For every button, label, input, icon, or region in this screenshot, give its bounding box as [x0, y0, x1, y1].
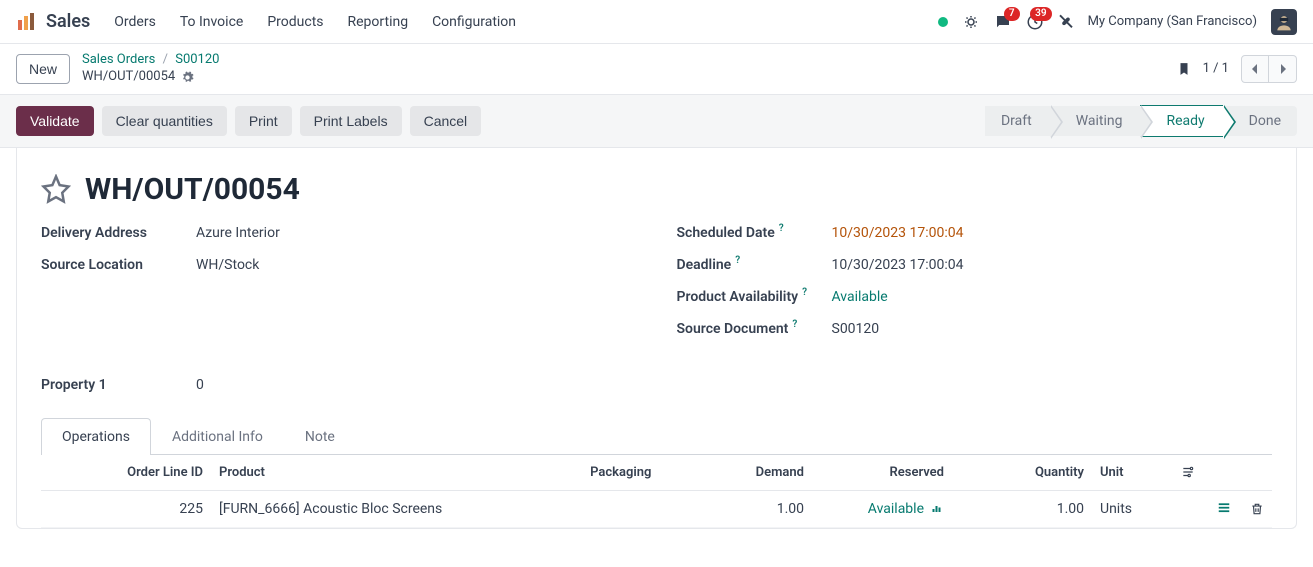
col-order-line-id[interactable]: Order Line ID — [81, 455, 211, 491]
breadcrumb-sep: / — [163, 52, 168, 67]
top-nav: Sales Orders To Invoice Products Reporti… — [0, 0, 1313, 44]
breadcrumb-row: New Sales Orders / S00120 WH/OUT/00054 1… — [0, 44, 1313, 94]
nav-configuration[interactable]: Configuration — [432, 14, 516, 30]
user-avatar[interactable] — [1271, 9, 1297, 35]
value-property1[interactable]: 0 — [196, 377, 216, 393]
cell-packaging[interactable] — [582, 490, 702, 527]
breadcrumb-root[interactable]: Sales Orders — [82, 52, 155, 67]
breadcrumb-parent[interactable]: S00120 — [175, 52, 219, 67]
table-row[interactable]: 225 [FURN_6666] Acoustic Bloc Screens 1.… — [41, 490, 1272, 527]
status-bar: Draft Waiting Ready Done — [985, 105, 1297, 137]
print-button[interactable]: Print — [235, 106, 292, 136]
notebook-tabs: Operations Additional Info Note — [41, 417, 1272, 455]
status-waiting[interactable]: Waiting — [1050, 106, 1141, 136]
nav-items: Orders To Invoice Products Reporting Con… — [114, 14, 937, 30]
columns-options-icon[interactable] — [1180, 465, 1264, 479]
help-icon[interactable]: ? — [802, 287, 807, 298]
col-product[interactable]: Product — [211, 455, 582, 491]
tools-icon[interactable] — [1058, 14, 1074, 30]
cell-reserved: Available — [812, 490, 952, 527]
new-button[interactable]: New — [16, 54, 70, 84]
cell-order-line: 225 — [81, 490, 211, 527]
help-icon[interactable]: ? — [735, 255, 740, 266]
app-logo-icon — [16, 12, 36, 32]
value-deadline[interactable]: 10/30/2023 17:00:04 — [832, 257, 964, 273]
label-source-document: Source Document? — [677, 321, 832, 337]
label-property1: Property 1 — [41, 377, 196, 393]
cell-quantity[interactable]: 1.00 — [952, 490, 1092, 527]
cell-demand[interactable]: 1.00 — [702, 490, 812, 527]
col-reserved[interactable]: Reserved — [812, 455, 952, 491]
app-title[interactable]: Sales — [46, 11, 90, 32]
label-product-availability: Product Availability? — [677, 289, 832, 305]
breadcrumb: Sales Orders / S00120 WH/OUT/00054 — [82, 52, 219, 86]
nav-to-invoice[interactable]: To Invoice — [180, 14, 244, 30]
help-icon[interactable]: ? — [779, 223, 784, 234]
tab-additional-info[interactable]: Additional Info — [151, 418, 284, 455]
nav-reporting[interactable]: Reporting — [348, 14, 409, 30]
nav-products[interactable]: Products — [267, 14, 323, 30]
pager-area: 1 / 1 — [1177, 55, 1297, 83]
systray: 7 39 My Company (San Francisco) — [938, 9, 1297, 35]
debug-icon[interactable] — [962, 13, 980, 31]
value-scheduled-date[interactable]: 10/30/2023 17:00:04 — [832, 225, 964, 241]
star-icon[interactable] — [41, 174, 71, 204]
presence-dot-icon — [938, 17, 948, 27]
tab-operations[interactable]: Operations — [41, 418, 151, 455]
bookmark-icon[interactable] — [1177, 60, 1191, 78]
label-source-location: Source Location — [41, 257, 196, 273]
label-scheduled-date: Scheduled Date? — [677, 225, 832, 241]
messages-badge: 7 — [1004, 7, 1020, 21]
activities-icon[interactable]: 39 — [1026, 13, 1044, 31]
pager-prev-button[interactable] — [1241, 55, 1269, 83]
col-packaging[interactable]: Packaging — [582, 455, 702, 491]
breadcrumb-record: WH/OUT/00054 — [82, 69, 175, 86]
cell-unit[interactable]: Units — [1092, 490, 1172, 527]
pager-next-button[interactable] — [1269, 55, 1297, 83]
operations-table: Order Line ID Product Packaging Demand R… — [41, 455, 1272, 528]
label-deadline: Deadline? — [677, 257, 832, 273]
help-icon[interactable]: ? — [792, 319, 797, 330]
record-title: WH/OUT/00054 — [85, 172, 300, 207]
delete-row-icon[interactable] — [1250, 501, 1264, 517]
validate-button[interactable]: Validate — [16, 106, 94, 136]
value-product-availability: Available — [832, 289, 888, 305]
cancel-button[interactable]: Cancel — [410, 106, 482, 136]
action-bar: Validate Clear quantities Print Print La… — [0, 94, 1313, 148]
right-fields: Scheduled Date? 10/30/2023 17:00:04 Dead… — [677, 225, 1273, 353]
col-quantity[interactable]: Quantity — [952, 455, 1092, 491]
activities-badge: 39 — [1030, 7, 1051, 21]
value-source-document[interactable]: S00120 — [832, 321, 880, 337]
gear-icon[interactable] — [181, 71, 194, 84]
messages-icon[interactable]: 7 — [994, 13, 1012, 31]
nav-orders[interactable]: Orders — [114, 14, 156, 30]
status-draft[interactable]: Draft — [985, 106, 1050, 136]
tab-note[interactable]: Note — [284, 418, 356, 455]
cell-product[interactable]: [FURN_6666] Acoustic Bloc Screens — [211, 490, 582, 527]
detail-lines-icon[interactable] — [1216, 501, 1232, 517]
left-fields: Delivery Address Azure Interior Source L… — [41, 225, 637, 353]
value-delivery-address[interactable]: Azure Interior — [196, 225, 280, 241]
clear-quantities-button[interactable]: Clear quantities — [102, 106, 227, 136]
label-delivery-address: Delivery Address — [41, 225, 196, 241]
print-labels-button[interactable]: Print Labels — [300, 106, 402, 136]
pager-text: 1 / 1 — [1203, 61, 1229, 76]
forecast-icon[interactable] — [930, 503, 944, 515]
col-unit[interactable]: Unit — [1092, 455, 1172, 491]
form-sheet: WH/OUT/00054 Delivery Address Azure Inte… — [16, 148, 1297, 529]
company-switcher[interactable]: My Company (San Francisco) — [1088, 14, 1257, 29]
value-source-location[interactable]: WH/Stock — [196, 257, 259, 273]
col-demand[interactable]: Demand — [702, 455, 812, 491]
